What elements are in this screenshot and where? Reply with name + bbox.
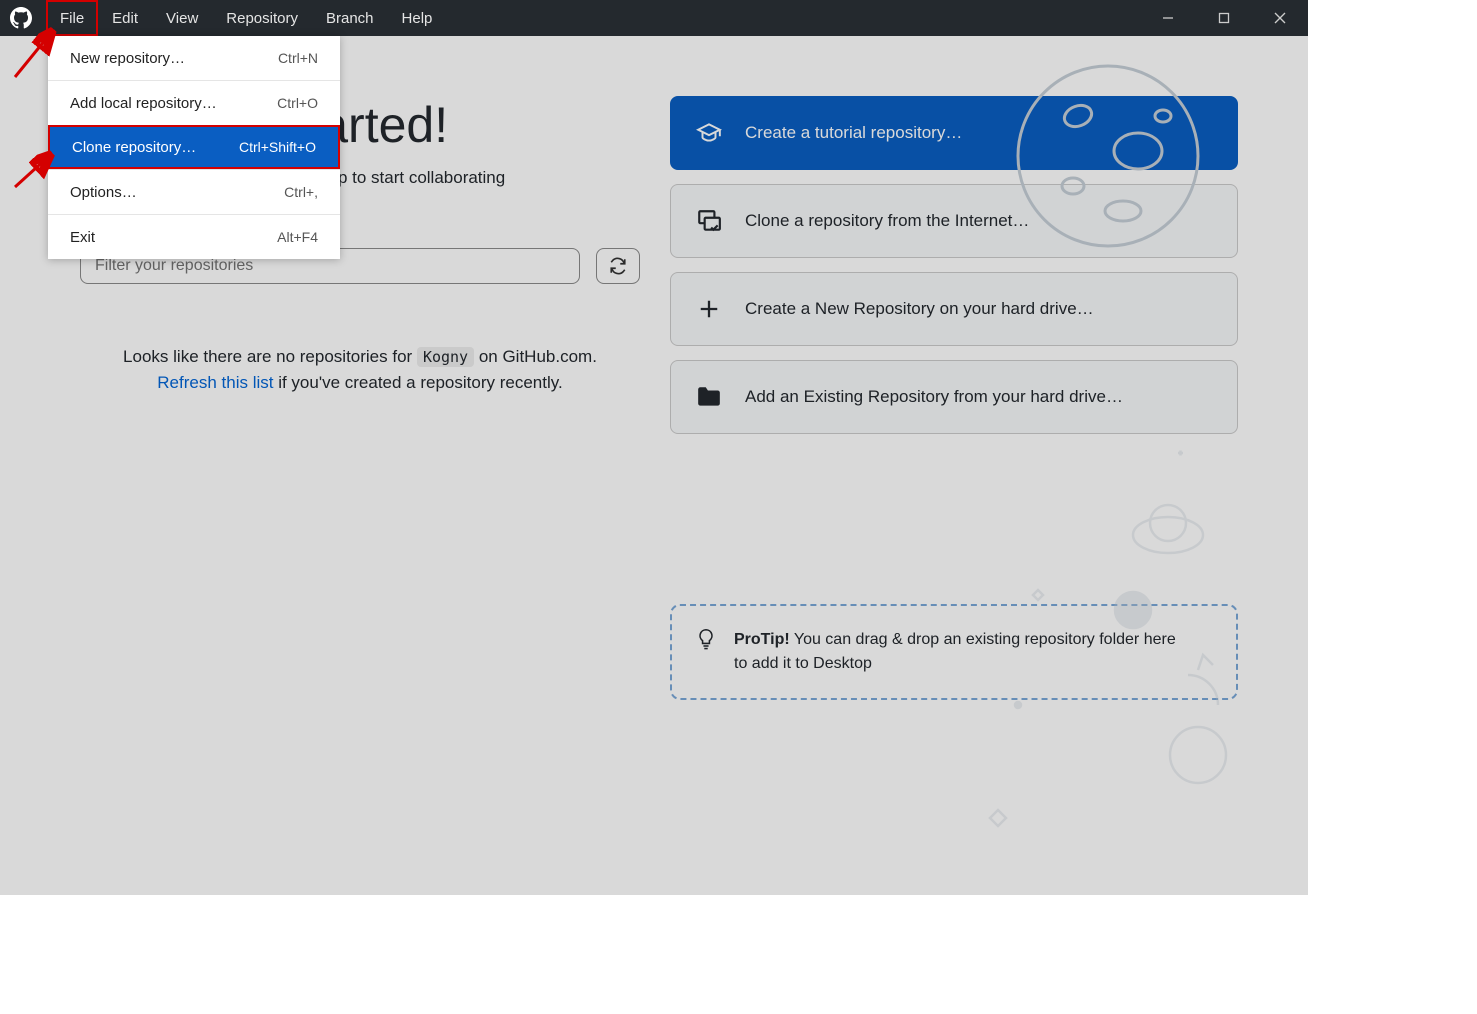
refresh-button[interactable] (596, 248, 640, 284)
titlebar: File Edit View Repository Branch Help (0, 0, 1308, 36)
menu-help[interactable]: Help (388, 0, 447, 36)
action-add-existing-repository[interactable]: Add an Existing Repository from your har… (670, 360, 1238, 434)
plus-icon (695, 298, 723, 320)
menu-view[interactable]: View (152, 0, 212, 36)
username-badge: Kogny (417, 347, 474, 367)
lightbulb-icon (696, 628, 716, 676)
action-create-new-repository[interactable]: Create a New Repository on your hard dri… (670, 272, 1238, 346)
menu-item-options[interactable]: Options…Ctrl+, (48, 170, 340, 214)
mortarboard-icon (695, 120, 723, 146)
empty-repositories-message: Looks like there are no repositories for… (80, 344, 640, 395)
menu-repository[interactable]: Repository (212, 0, 312, 36)
planet-illustration (1008, 56, 1208, 256)
menu-branch[interactable]: Branch (312, 0, 388, 36)
refresh-list-link[interactable]: Refresh this list (157, 373, 273, 392)
protip-box: ProTip! You can drag & drop an existing … (670, 604, 1238, 700)
window-minimize-button[interactable] (1140, 0, 1196, 36)
menu-item-exit[interactable]: ExitAlt+F4 (48, 215, 340, 259)
menu-item-add-local-repository[interactable]: Add local repository…Ctrl+O (48, 81, 340, 125)
menu-item-new-repository[interactable]: New repository…Ctrl+N (48, 36, 340, 80)
menu-edit[interactable]: Edit (98, 0, 152, 36)
file-menu-dropdown: New repository…Ctrl+N Add local reposito… (48, 36, 340, 259)
window-close-button[interactable] (1252, 0, 1308, 36)
window-maximize-button[interactable] (1196, 0, 1252, 36)
refresh-icon (609, 257, 627, 275)
menubar: File Edit View Repository Branch Help (46, 0, 446, 36)
menu-item-clone-repository[interactable]: Clone repository…Ctrl+Shift+O (48, 125, 340, 169)
clone-icon (695, 208, 723, 234)
folder-icon (695, 386, 723, 408)
